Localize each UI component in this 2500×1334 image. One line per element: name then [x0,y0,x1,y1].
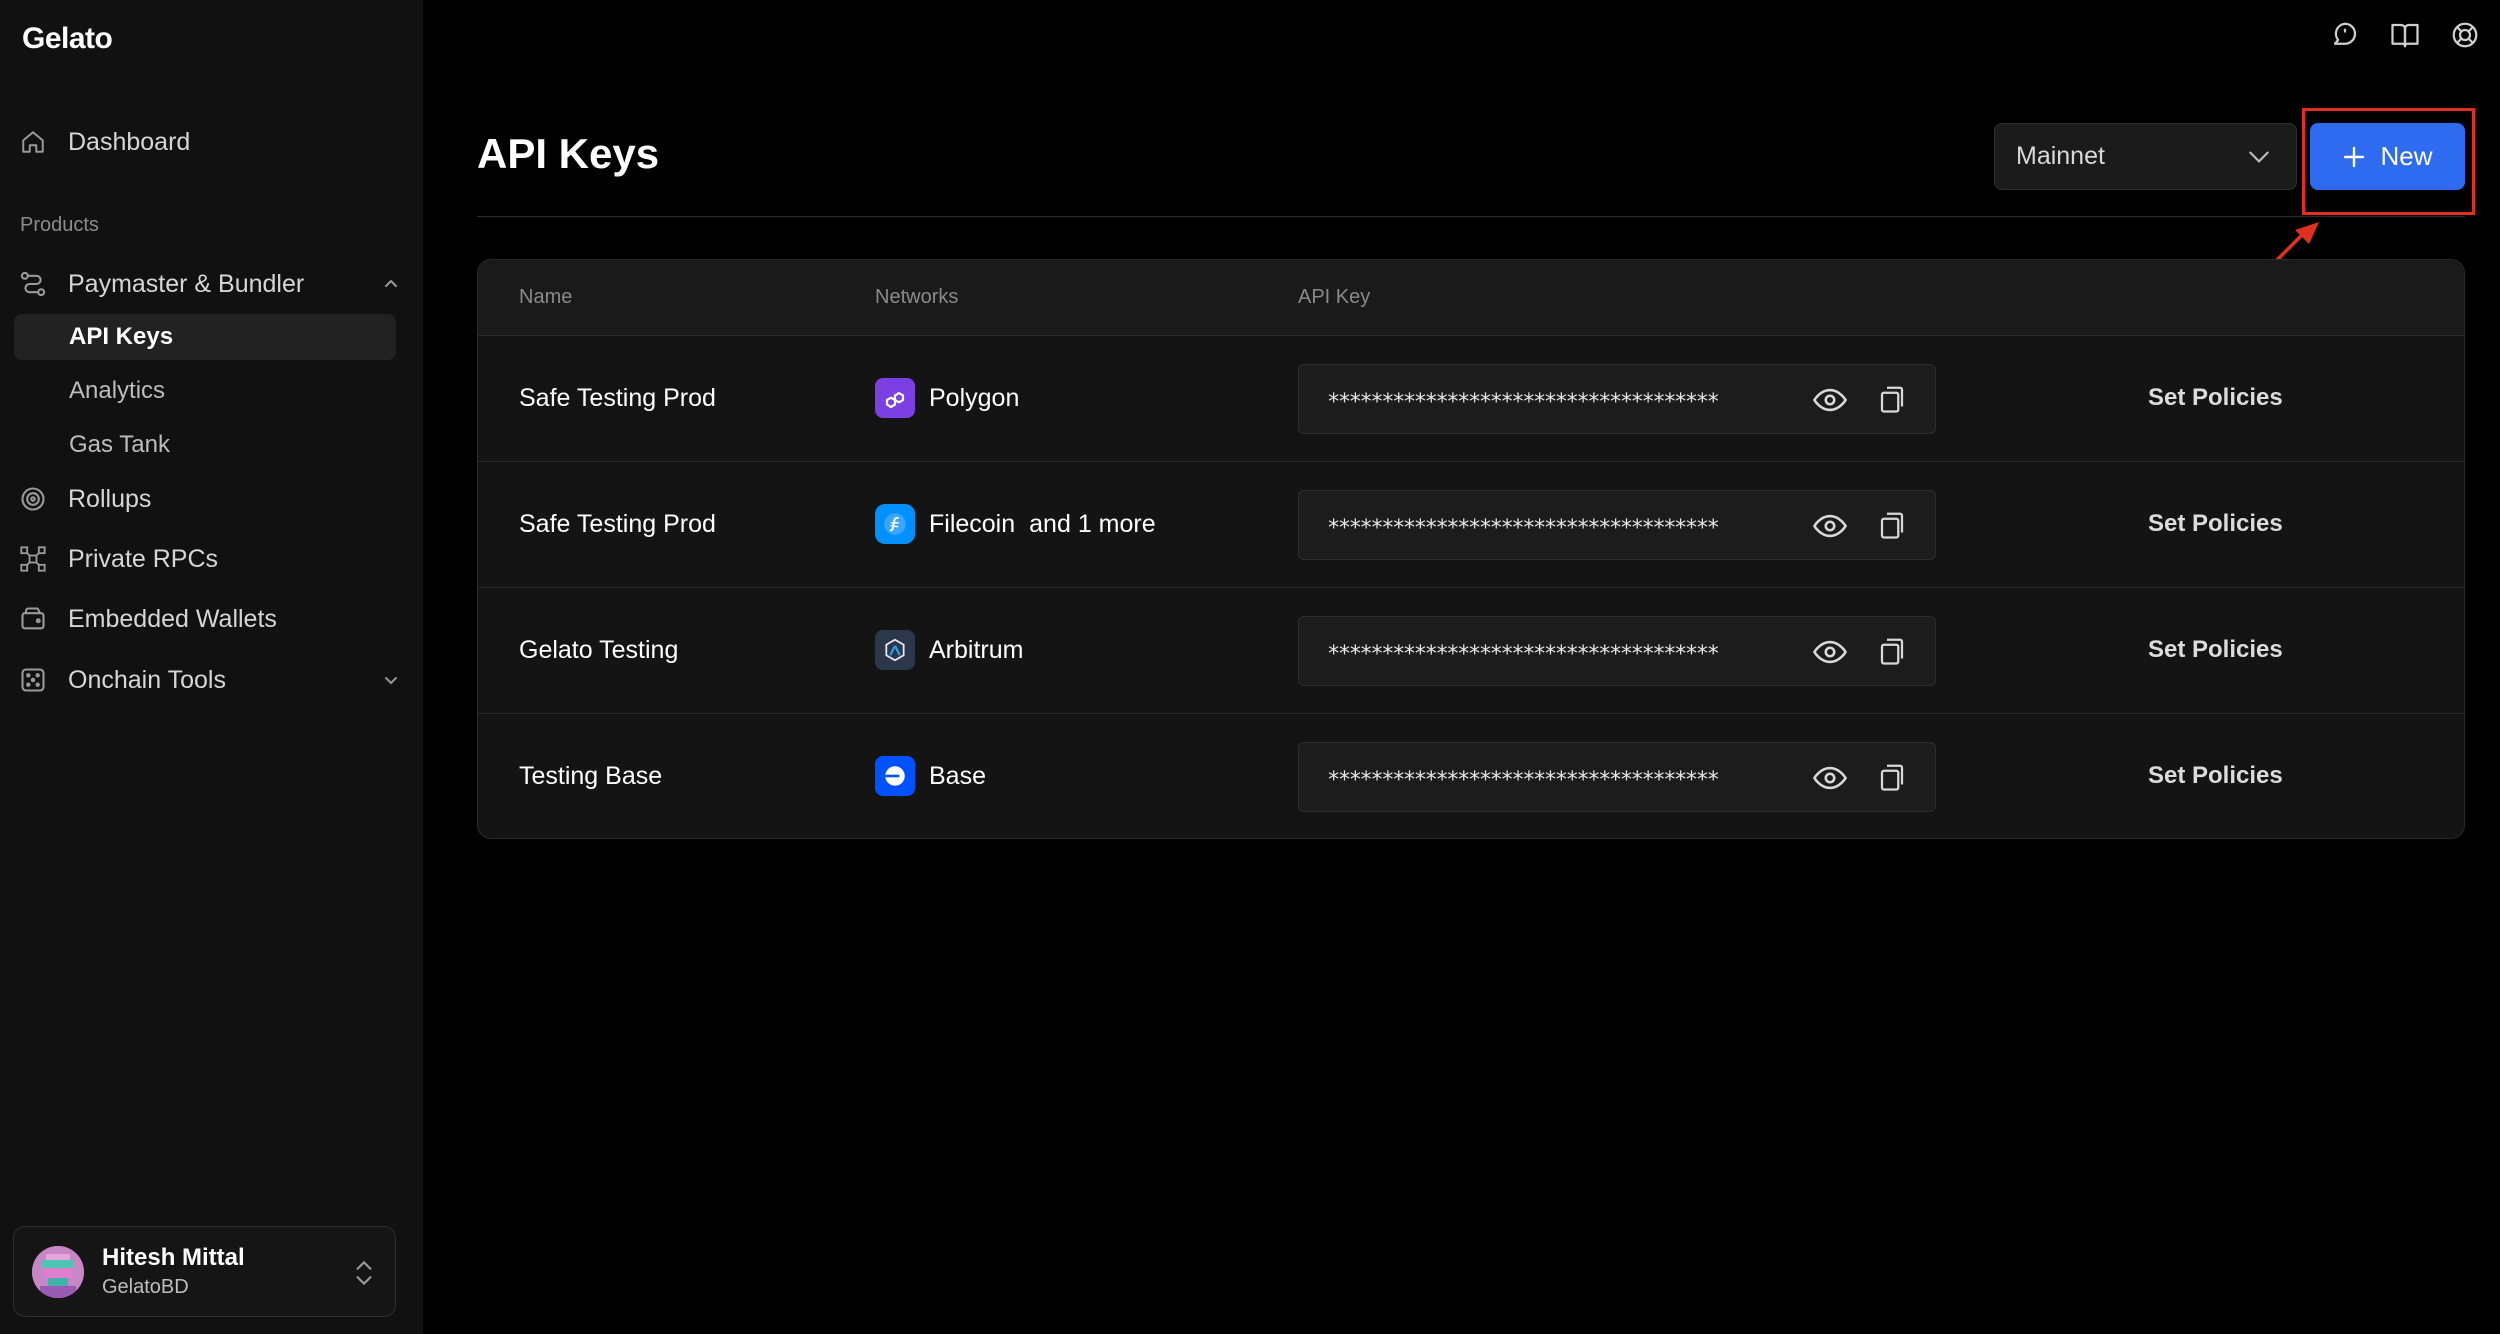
sidebar-subitem-gas-tank[interactable]: Gas Tank [14,422,396,468]
sidebar: Gelato Dashboard Products Paymaster & Bu… [0,0,423,1334]
chat-icon[interactable] [2330,20,2360,50]
table-header: Name Networks API Key [478,260,2464,336]
column-header-api-key: API Key [1298,286,1371,308]
gelato-logo[interactable]: Gelato [22,22,113,56]
table-row: Safe Testing Prod Polygon **************… [478,336,2464,462]
network-select-value: Mainnet [2016,142,2105,170]
header-divider [477,216,2465,217]
sidebar-item-label: Dashboard [68,127,191,156]
network-cell: Polygon [875,378,1019,418]
chevron-down-icon [2246,146,2272,168]
route-icon [18,269,48,299]
sidebar-subitem-api-keys[interactable]: API Keys [14,314,396,360]
book-icon[interactable] [2390,20,2420,50]
network-name: Arbitrum [929,635,1024,664]
sidebar-item-private-rpcs[interactable]: Private RPCs [14,535,409,583]
eye-icon[interactable] [1812,763,1848,793]
copy-icon[interactable] [1877,761,1907,793]
key-name: Safe Testing Prod [519,384,716,412]
sidebar-item-onchain-tools[interactable]: Onchain Tools [14,656,409,704]
network-name: Base [929,761,986,790]
api-key-masked: ************************************ [1327,390,1720,415]
app-root: Gelato Dashboard Products Paymaster & Bu… [0,0,2500,1334]
sidebar-subitem-analytics[interactable]: Analytics [14,368,396,414]
base-icon [875,756,915,796]
column-header-networks: Networks [875,286,959,308]
rollups-icon [18,484,48,514]
sidebar-item-label: Private RPCs [68,544,219,573]
eye-icon[interactable] [1812,385,1848,415]
api-key-field: ************************************ [1298,742,1936,812]
api-key-field: ************************************ [1298,616,1936,686]
user-info: Hitesh Mittal GelatoBD [102,1244,245,1299]
network-name: Filecoin [929,509,1016,538]
api-key-field: ************************************ [1298,490,1936,560]
polygon-icon [875,378,915,418]
user-name: Hitesh Mittal [102,1244,245,1271]
page-title: API Keys [477,130,660,177]
network-nodes-icon [18,544,48,574]
set-policies-button[interactable]: Set Policies [2148,762,2283,790]
sidebar-item-label: Rollups [68,484,152,513]
help-lifebuoy-icon[interactable] [2450,20,2480,50]
api-key-masked: ************************************ [1327,642,1720,667]
column-header-name: Name [519,286,573,308]
network-name: Polygon [929,383,1020,412]
sidebar-item-label: Onchain Tools [68,665,226,694]
chevron-up-icon [379,272,403,296]
api-key-field: ************************************ [1298,364,1936,434]
network-cell: Arbitrum [875,630,1023,670]
set-policies-button[interactable]: Set Policies [2148,510,2283,538]
eye-icon[interactable] [1812,637,1848,667]
key-name: Testing Base [519,762,663,790]
new-button-label: New [2380,141,2433,171]
set-policies-button[interactable]: Set Policies [2148,384,2283,412]
home-icon [18,127,48,157]
more-networks-link[interactable]: and 1 more [1029,510,1155,539]
copy-icon[interactable] [1877,509,1907,541]
dice-icon [18,665,48,695]
sidebar-item-rollups[interactable]: Rollups [14,475,409,523]
section-title-products: Products [20,214,99,236]
chevron-down-icon [379,668,403,692]
table-row: Gelato Testing Arbitrum ****************… [478,588,2464,714]
sidebar-item-paymaster-bundler[interactable]: Paymaster & Bundler [14,260,409,308]
network-cell: Base [875,756,986,796]
sidebar-item-label: Paymaster & Bundler [68,269,305,298]
copy-icon[interactable] [1877,635,1907,667]
eye-icon[interactable] [1812,511,1848,541]
arbitrum-icon [875,630,915,670]
sidebar-item-dashboard[interactable]: Dashboard [14,118,409,166]
avatar [32,1245,84,1298]
copy-icon[interactable] [1877,383,1907,415]
api-keys-table: Name Networks API Key Safe Testing Prod … [477,259,2465,839]
set-policies-button[interactable]: Set Policies [2148,636,2283,664]
sidebar-item-embedded-wallets[interactable]: Embedded Wallets [14,595,409,643]
user-org: GelatoBD [102,1276,189,1298]
user-account-switcher[interactable]: Hitesh Mittal GelatoBD [13,1226,396,1317]
api-key-masked: ************************************ [1327,768,1720,793]
key-name: Safe Testing Prod [519,510,716,538]
sidebar-item-label: Embedded Wallets [68,604,277,633]
api-key-masked: ************************************ [1327,516,1720,541]
key-name: Gelato Testing [519,636,679,664]
wallet-icon [18,604,48,634]
table-row: Testing Base Base **********************… [478,714,2464,838]
chevron-up-down-icon [351,1257,377,1289]
filecoin-icon [875,504,915,544]
table-row: Safe Testing Prod Filecoin and 1 more **… [478,462,2464,588]
plus-icon [2342,145,2366,169]
network-cell: Filecoin and 1 more [875,504,1156,544]
network-select[interactable]: Mainnet [1994,123,2297,190]
new-api-key-button[interactable]: New [2310,123,2465,190]
